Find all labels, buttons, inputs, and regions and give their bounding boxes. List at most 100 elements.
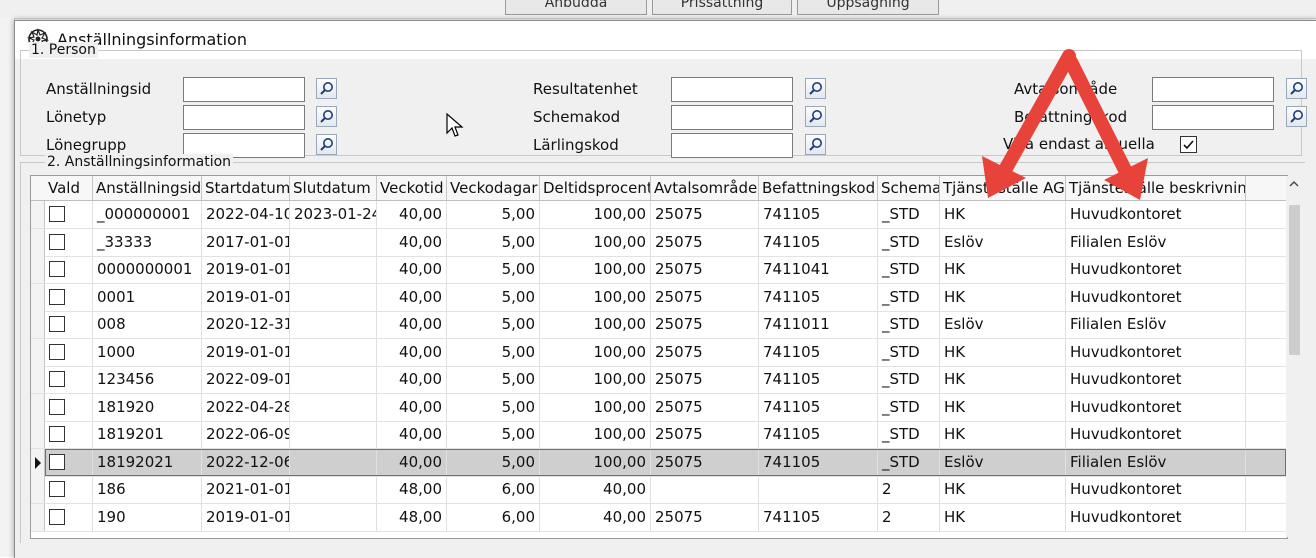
salary-group-lookup-button[interactable] (316, 134, 337, 155)
cell-befattning: 741105 (759, 228, 878, 256)
column-header-deltid[interactable]: Deltidsprocent (540, 176, 651, 200)
column-header-agi[interactable]: Tjänsteställe AGI (940, 176, 1066, 200)
cell-beskrivning: Huvudkontoret (1066, 393, 1246, 421)
cell-start: 2022-09-01 (202, 366, 290, 393)
cell-agi: Eslöv (940, 311, 1066, 338)
position-code-input[interactable] (1152, 105, 1274, 130)
row-indicator[interactable] (31, 201, 45, 228)
cell-start: 2022-04-28 (202, 393, 290, 421)
cell-id: 18192021 (93, 448, 202, 476)
cell-befattning: 7411011 (759, 311, 878, 338)
cell-veckodagar: 5,00 (447, 311, 540, 338)
cell-vald (45, 256, 93, 283)
table-row[interactable]: 123456 2022-09-01 40,00 5,00 100,00 25075 7411… (31, 366, 1287, 394)
cell-agi: HK (940, 393, 1066, 421)
table-row[interactable]: _33333 2017-01-01 40,00 5,00 100,00 25075 7411… (31, 228, 1287, 257)
cell-deltid: 100,00 (540, 283, 651, 311)
cell-avtal: 25075 (651, 448, 759, 476)
cell-veckodagar: 5,00 (447, 366, 540, 393)
cell-schema: _STD (878, 201, 940, 228)
cell-end: 2023-01-24 (290, 201, 377, 228)
show-current-only-checkbox[interactable] (1180, 136, 1197, 153)
row-indicator[interactable] (31, 311, 45, 338)
column-header-veckodagar[interactable]: Veckodagar (447, 176, 540, 200)
scroll-up-icon[interactable] (1286, 178, 1302, 190)
cell-veckotid: 40,00 (377, 393, 447, 421)
table-row-selected[interactable]: 18192021 2022-12-06 40,00 5,00 100,00 25075 74… (31, 448, 1287, 477)
column-header-avtal[interactable]: Avtalsområde (651, 176, 759, 200)
cell-start: 2020-12-31 (202, 311, 290, 338)
column-header-vald[interactable]: Vald (45, 176, 93, 200)
position-code-lookup-button[interactable] (1286, 106, 1307, 127)
magnifier-icon (320, 110, 333, 123)
background-tab[interactable]: Prissättning (652, 0, 792, 15)
column-header-id[interactable]: Anställningsid (93, 176, 202, 200)
cell-id: 1000 (93, 338, 202, 366)
background-tab[interactable]: Uppsägning (797, 0, 939, 15)
schedule-code-input[interactable] (671, 105, 793, 130)
column-header-start[interactable]: Startdatum (202, 176, 290, 200)
table-row[interactable]: 0000000001 2019-01-01 40,00 5,00 100,00 25075… (31, 256, 1287, 284)
cell-agi: HK (940, 338, 1066, 366)
background-tab[interactable]: Anbudda (505, 0, 647, 15)
row-indicator[interactable] (31, 448, 45, 476)
row-indicator[interactable] (31, 393, 45, 421)
agreement-area-label: Avtalsområde (1014, 80, 1118, 98)
result-unit-lookup-button[interactable] (805, 78, 826, 99)
magnifier-icon (809, 82, 822, 95)
cell-beskrivning: Filialen Eslöv (1066, 228, 1246, 256)
cell-beskrivning: Huvudkontoret (1066, 283, 1246, 311)
cell-deltid: 100,00 (540, 201, 651, 228)
table-row[interactable]: 190 2019-01-01 48,00 6,00 40,00 25075 741105 2 H… (31, 503, 1287, 532)
result-unit-input[interactable] (671, 77, 793, 102)
cell-befattning: 741105 (759, 503, 878, 531)
schedule-code-lookup-button[interactable] (805, 106, 826, 127)
column-header-beskrivning[interactable]: Tjänsteställe beskrivning (1066, 176, 1246, 200)
cell-veckotid: 40,00 (377, 338, 447, 366)
salary-type-input[interactable] (183, 105, 305, 130)
table-row[interactable]: 181920 2022-04-28 40,00 5,00 100,00 25075 7411… (31, 393, 1287, 422)
table-row[interactable]: _000000001 2022-04-10 2023-01-24 40,00 5,00 1… (31, 201, 1287, 229)
row-indicator[interactable] (31, 421, 45, 448)
cell-befattning: 741105 (759, 338, 878, 366)
table-row[interactable]: 1000 2019-01-01 40,00 5,00 100,00 25075 741105… (31, 338, 1287, 367)
table-row[interactable]: 0001 2019-01-01 40,00 5,00 100,00 25075 741105… (31, 283, 1287, 312)
cell-avtal: 25075 (651, 503, 759, 531)
cell-befattning (759, 476, 878, 503)
cell-agi: HK (940, 283, 1066, 311)
cell-vald (45, 283, 93, 311)
cell-start: 2022-12-06 (202, 448, 290, 476)
cell-id: _000000001 (93, 201, 202, 228)
row-indicator[interactable] (31, 338, 45, 366)
employment-grid[interactable]: Vald Anställningsid Startdatum Slutdatum Vec… (30, 175, 1288, 539)
table-row[interactable]: 008 2020-12-31 40,00 5,00 100,00 25075 7411011… (31, 311, 1287, 339)
salary-type-lookup-button[interactable] (316, 106, 337, 127)
cell-agi: HK (940, 201, 1066, 228)
column-header-schema[interactable]: Schema (878, 176, 940, 200)
column-header-end[interactable]: Slutdatum (290, 176, 377, 200)
apprentice-code-lookup-button[interactable] (805, 134, 826, 155)
employment-id-lookup-button[interactable] (316, 78, 337, 99)
apprentice-code-input[interactable] (671, 133, 793, 158)
table-row[interactable]: 1819201 2022-06-09 40,00 5,00 100,00 25075 741… (31, 421, 1287, 449)
column-header-befattning[interactable]: Befattningskod (759, 176, 878, 200)
row-indicator[interactable] (31, 256, 45, 283)
row-indicator[interactable] (31, 283, 45, 311)
cell-avtal: 25075 (651, 228, 759, 256)
employment-id-input[interactable] (183, 77, 305, 102)
cell-beskrivning: Huvudkontoret (1066, 476, 1246, 503)
column-header-veckotid[interactable]: Veckotid (377, 176, 447, 200)
row-indicator[interactable] (31, 366, 45, 393)
cell-id: 0001 (93, 283, 202, 311)
cell-deltid: 100,00 (540, 311, 651, 338)
cell-deltid: 100,00 (540, 228, 651, 256)
row-indicator[interactable] (31, 228, 45, 256)
cell-veckotid: 40,00 (377, 283, 447, 311)
grid-scrollbar-thumb[interactable] (1289, 205, 1300, 355)
row-indicator[interactable] (31, 503, 45, 531)
cell-befattning: 741105 (759, 448, 878, 476)
row-indicator[interactable] (31, 476, 45, 503)
table-row[interactable]: 186 2021-01-01 48,00 6,00 40,00 2 HK Huvudkonto… (31, 476, 1287, 504)
agreement-area-input[interactable] (1152, 77, 1274, 102)
agreement-area-lookup-button[interactable] (1286, 78, 1307, 99)
